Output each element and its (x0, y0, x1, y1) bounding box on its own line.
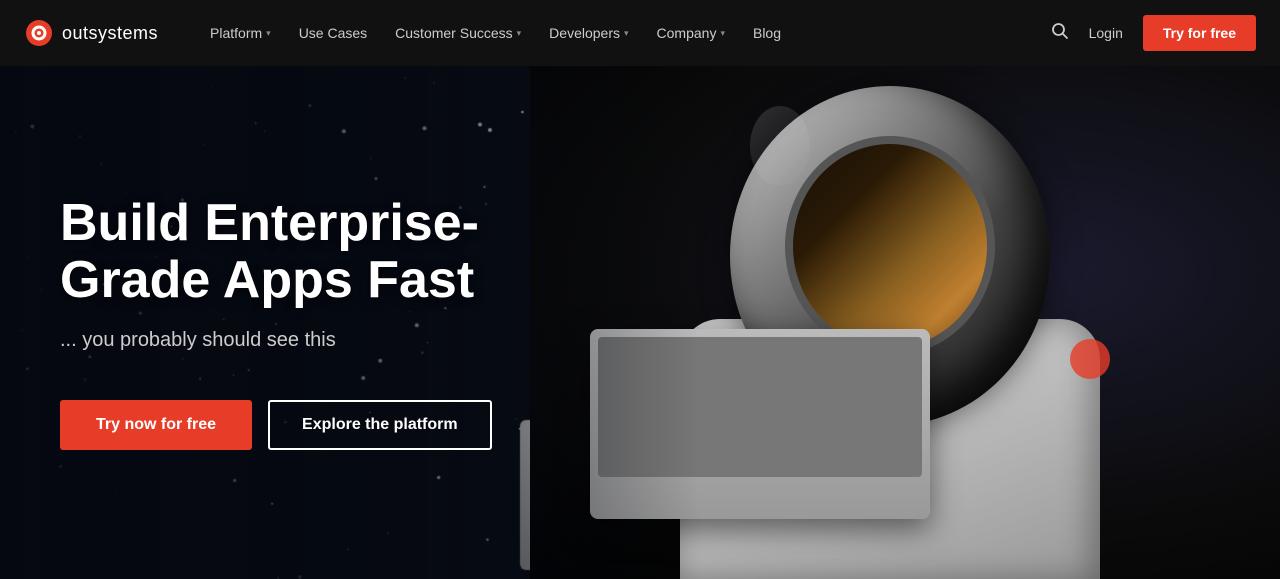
nav-right: Login Try for free (1051, 15, 1256, 51)
hero-subtitle: ... you probably should see this (60, 329, 540, 352)
chevron-down-icon: ▾ (266, 28, 271, 39)
logo-text: outsystems (62, 23, 158, 44)
hero-section: Build Enterprise-Grade Apps Fast ... you… (0, 0, 1280, 579)
login-link[interactable]: Login (1089, 25, 1123, 41)
chevron-down-icon: ▾ (720, 28, 725, 39)
nav-item-company[interactable]: Company ▾ (645, 17, 737, 49)
nav-item-use-cases[interactable]: Use Cases (287, 17, 379, 49)
nav-item-platform[interactable]: Platform ▾ (198, 17, 283, 49)
hero-title: Build Enterprise-Grade Apps Fast (60, 195, 540, 309)
nav-links: Platform ▾ Use Cases Customer Success ▾ … (198, 17, 1051, 49)
search-icon[interactable] (1051, 22, 1069, 45)
nav-item-blog[interactable]: Blog (741, 17, 793, 49)
try-now-button[interactable]: Try now for free (60, 400, 252, 450)
chevron-down-icon: ▾ (517, 28, 522, 39)
hero-content: Build Enterprise-Grade Apps Fast ... you… (0, 66, 600, 579)
explore-platform-button[interactable]: Explore the platform (268, 400, 492, 450)
chevron-down-icon: ▾ (624, 28, 629, 39)
hero-cta-area: Try now for free Explore the platform (60, 400, 540, 450)
outsystems-logo-icon (24, 18, 54, 48)
navbar: outsystems Platform ▾ Use Cases Customer… (0, 0, 1280, 66)
nav-item-developers[interactable]: Developers ▾ (537, 17, 640, 49)
logo-area[interactable]: outsystems (24, 18, 158, 48)
nav-item-customer-success[interactable]: Customer Success ▾ (383, 17, 533, 49)
try-for-free-button[interactable]: Try for free (1143, 15, 1256, 51)
